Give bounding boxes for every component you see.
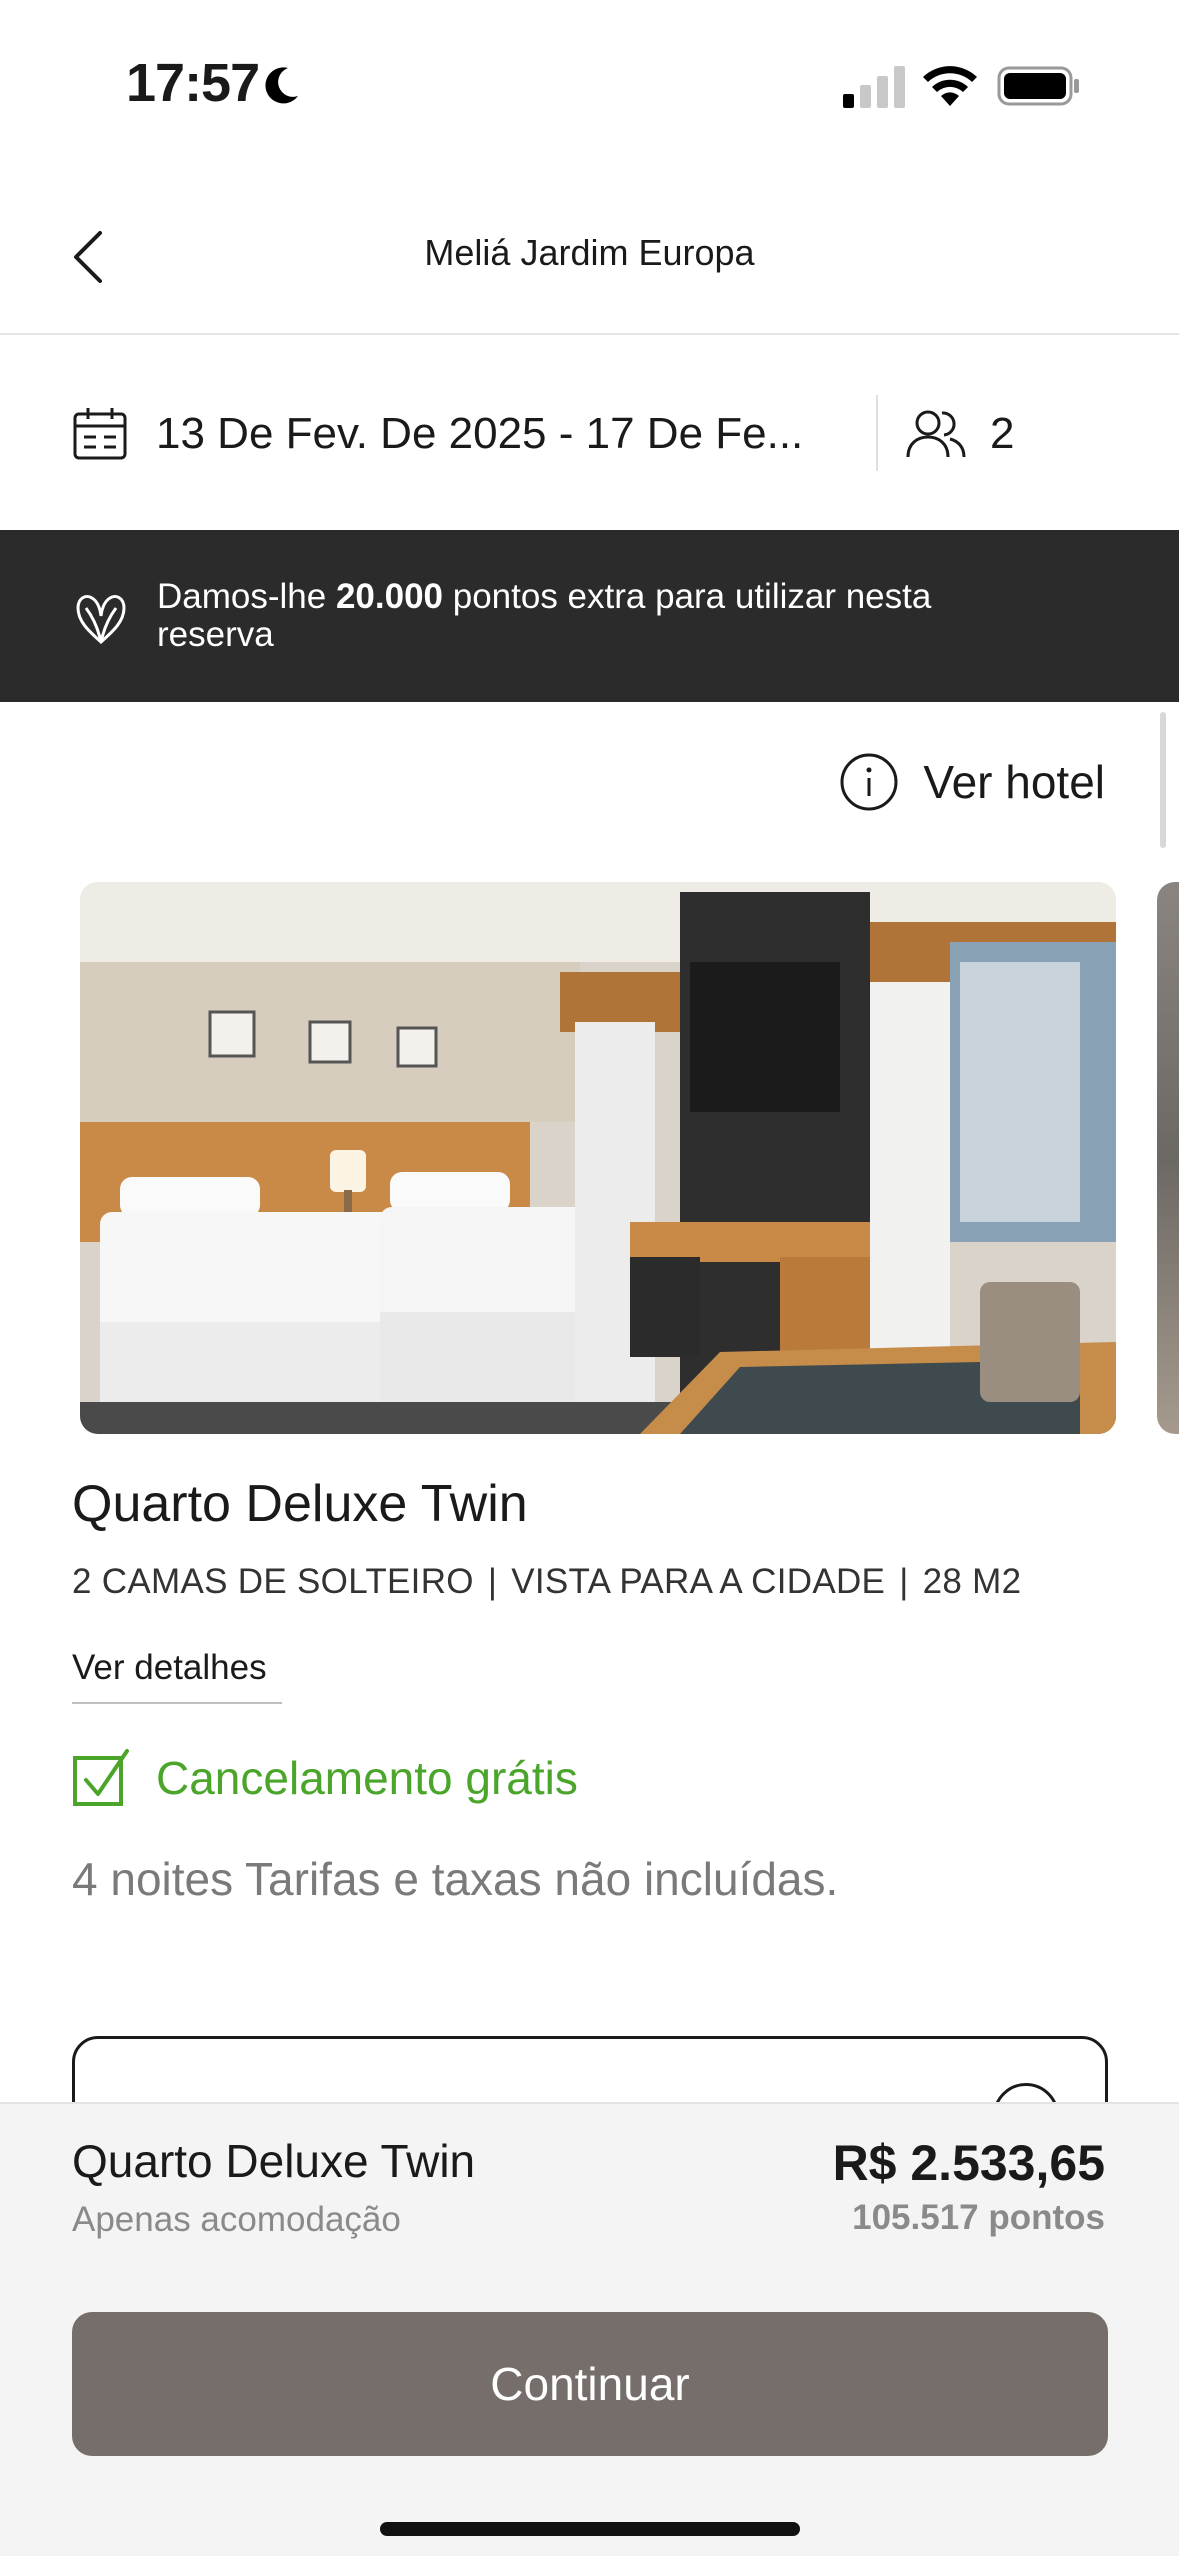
info-icon — [840, 753, 898, 811]
summary-points: 105.517 pontos — [852, 2198, 1105, 2237]
date-range-selector[interactable]: 13 De Fev. De 2025 - 17 De Fe... — [72, 399, 872, 469]
room-features: 2 CAMAS DE SOLTEIRO | VISTA PARA A CIDADE |… — [72, 1562, 1022, 1601]
people-icon — [906, 410, 966, 458]
view-details-link[interactable]: Ver detalhes — [72, 1648, 282, 1704]
promo-points: 20.000 — [335, 577, 444, 616]
view-hotel-label: Ver hotel — [923, 756, 1105, 808]
page-title: Meliá Jardim Europa — [424, 232, 755, 273]
melia-rewards-icon — [76, 594, 126, 645]
checkbox-check-icon — [73, 1749, 129, 1806]
status-time: 17:57 — [126, 53, 260, 113]
booking-summary-sheet: Quarto Deluxe Twin Apenas acomodação R$ … — [0, 2102, 1179, 2556]
home-indicator[interactable] — [380, 2522, 800, 2536]
guests-selector[interactable]: 2 — [906, 399, 1014, 469]
date-range-text: 13 De Fev. De 2025 - 17 De Fe... — [156, 409, 804, 458]
search-summary: 13 De Fev. De 2025 - 17 De Fe... 2 — [0, 337, 1179, 530]
scrollbar[interactable] — [1160, 712, 1166, 848]
cancellation-label: Cancelamento grátis — [156, 1752, 578, 1804]
summary-board-type: Apenas acomodação — [72, 2200, 401, 2239]
free-cancellation: Cancelamento grátis — [72, 1748, 578, 1808]
nav-header: Meliá Jardim Europa — [0, 170, 1179, 335]
summary-room-name: Quarto Deluxe Twin — [72, 2135, 476, 2187]
battery-icon — [997, 66, 1079, 106]
next-room-photo[interactable] — [1157, 882, 1179, 1434]
guests-count: 2 — [990, 409, 1015, 458]
room-photo-illustration — [80, 882, 1116, 1434]
room-photo[interactable] — [80, 882, 1116, 1434]
view-hotel-button[interactable]: Ver hotel — [839, 752, 1105, 812]
room-feature: VISTA PARA A CIDADE — [511, 1562, 886, 1601]
nights-note: 4 noites Tarifas e taxas não incluídas. — [72, 1853, 839, 1905]
cellular-signal-icon — [843, 66, 905, 108]
room-feature: 2 CAMAS DE SOLTEIRO — [72, 1562, 474, 1601]
points-promo-banner: Damos-lhe 20.000 pontos extra para utili… — [0, 530, 1179, 702]
moon-icon — [265, 67, 298, 104]
status-bar: 17:57 — [0, 0, 1179, 170]
wifi-icon — [923, 66, 977, 106]
room-feature: 28 M2 — [922, 1562, 1022, 1601]
continue-button[interactable]: Continuar — [72, 2312, 1108, 2456]
room-title: Quarto Deluxe Twin — [72, 1475, 528, 1533]
divider — [876, 395, 878, 471]
calendar-icon — [73, 408, 127, 460]
summary-price: R$ 2.533,65 — [832, 2135, 1105, 2191]
promo-text: Damos-lhe 20.000 pontos extra para utili… — [157, 577, 932, 654]
